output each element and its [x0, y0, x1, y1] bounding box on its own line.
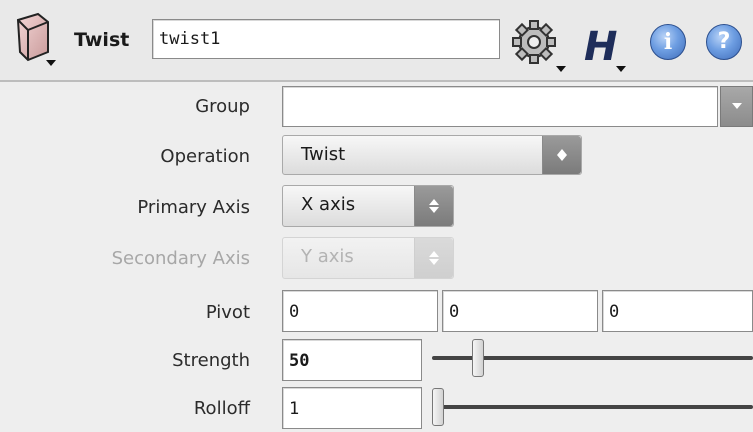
secondary-axis-label: Secondary Axis — [111, 248, 250, 269]
primary-axis-select[interactable]: X axis — [282, 185, 454, 227]
rolloff-label: Rolloff — [193, 398, 250, 419]
pivot-x-input[interactable]: 0 — [282, 290, 438, 332]
info-glyph: i — [663, 29, 673, 55]
info-icon[interactable]: i — [650, 24, 686, 60]
strength-slider-handle[interactable] — [472, 339, 485, 377]
help-glyph: ? — [717, 29, 731, 54]
up-down-arrows-icon — [414, 238, 453, 278]
operation-label: Operation — [160, 146, 250, 167]
rolloff-input[interactable]: 1 — [282, 387, 422, 429]
secondary-axis-select: Y axis — [282, 237, 454, 279]
secondary-axis-value: Y axis — [301, 246, 354, 267]
pivot-label: Pivot — [205, 302, 250, 323]
houdini-h-icon[interactable]: H — [578, 20, 630, 74]
up-down-arrows-icon — [414, 186, 453, 226]
rolloff-slider-handle[interactable] — [432, 388, 444, 426]
group-dropdown-button[interactable] — [720, 86, 753, 127]
strength-input[interactable]: 50 — [282, 339, 422, 381]
up-down-arrows-icon — [542, 136, 581, 174]
pivot-z-input[interactable]: 0 — [602, 290, 753, 332]
header-divider — [0, 80, 753, 82]
chevron-down-icon — [732, 103, 742, 109]
node-type-label: Twist — [74, 29, 130, 51]
group-label: Group — [195, 96, 250, 117]
group-input[interactable] — [282, 86, 718, 127]
primary-axis-value: X axis — [301, 194, 356, 215]
gear-icon[interactable] — [510, 18, 568, 74]
node-name-field[interactable]: twist1 — [152, 19, 500, 59]
primary-axis-label: Primary Axis — [137, 197, 250, 218]
operation-value: Twist — [301, 144, 346, 165]
help-icon[interactable]: ? — [706, 24, 742, 60]
operation-select[interactable]: Twist — [282, 135, 582, 175]
pivot-y-input[interactable]: 0 — [442, 290, 598, 332]
node-shader-icon[interactable] — [8, 12, 70, 74]
svg-text:H: H — [584, 24, 617, 70]
rolloff-slider-track[interactable] — [432, 405, 753, 409]
strength-label: Strength — [172, 350, 250, 371]
